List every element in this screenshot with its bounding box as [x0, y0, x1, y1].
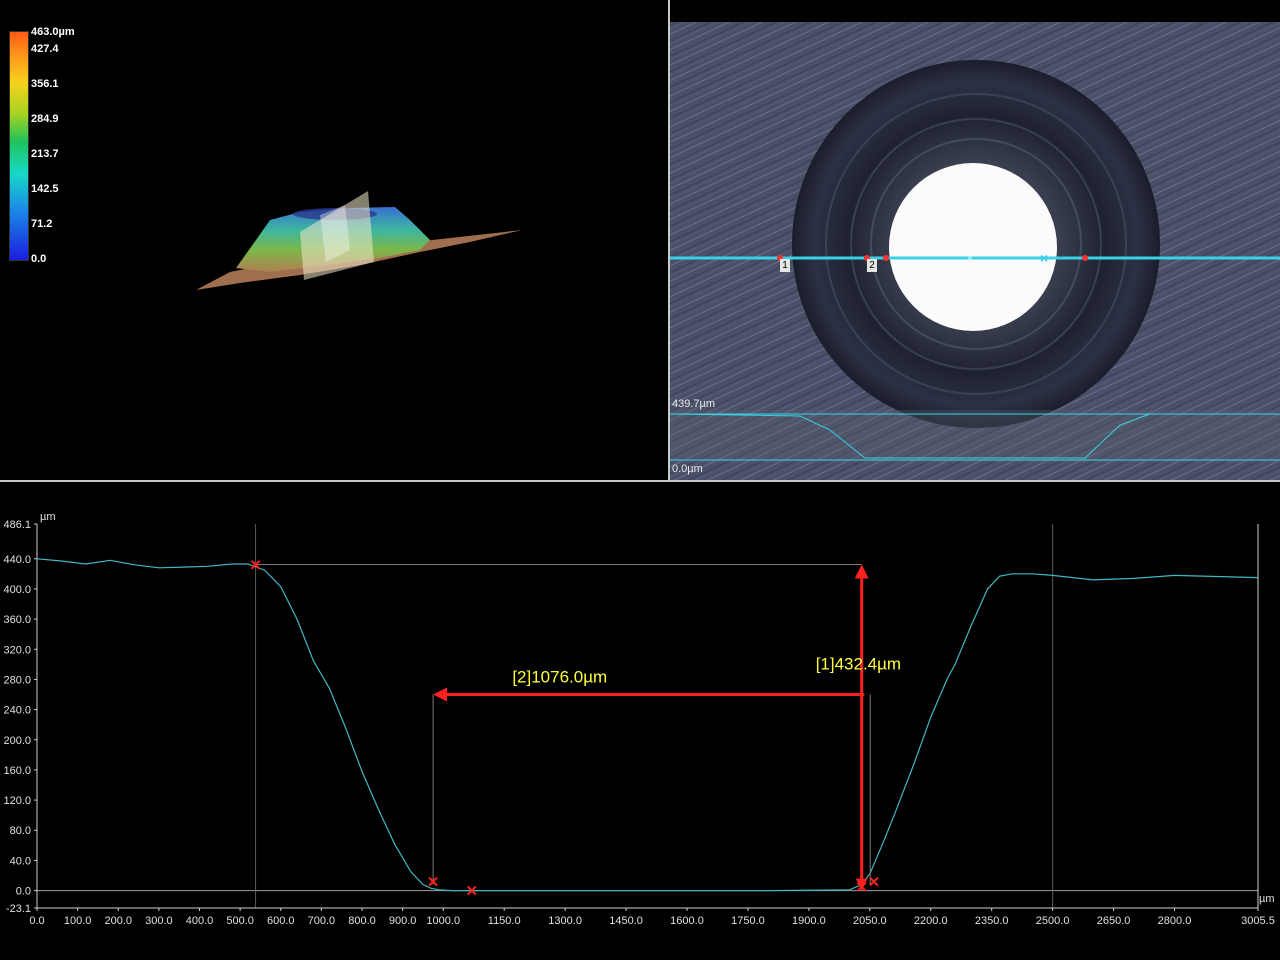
y-tick-label: 0.0: [16, 886, 31, 898]
profile-curve: [36, 558, 1259, 892]
x-tick-label: 2650.0: [1097, 915, 1131, 927]
x-tick-label: 1450.0: [609, 915, 643, 927]
y-tick-label: 440.0: [3, 554, 31, 566]
marker-label-1[interactable]: 1: [780, 259, 790, 272]
y-tick-label: -23.1: [6, 903, 31, 915]
measurement-label-width: [2]1076.0µm: [512, 668, 607, 687]
y-tick-label: 320.0: [3, 644, 31, 656]
x-tick-label: 0.0: [29, 915, 44, 927]
through-hole: [889, 163, 1057, 331]
profile-preview-band: [670, 410, 1280, 462]
x-tick-label: 400.0: [186, 915, 214, 927]
x-tick-label: 2050.0: [853, 915, 887, 927]
x-tick-label: 1600.0: [670, 915, 704, 927]
x-tick-label: 1150.0: [488, 915, 521, 927]
measurement-label-height: [1]432.4µm: [816, 654, 901, 673]
x-tick-label: 200.0: [104, 915, 132, 927]
y-tick-label: 120.0: [3, 795, 31, 807]
x-tick-label: 300.0: [145, 915, 173, 927]
y-unit-label: µm: [40, 511, 56, 523]
x-tick-label: 600.0: [267, 915, 295, 927]
y-tick-label: 240.0: [3, 705, 31, 717]
y-tick-label: 40.0: [10, 855, 31, 867]
y-tick-label: 200.0: [3, 735, 31, 747]
y-tick-label: 360.0: [3, 614, 31, 626]
profile-chart-panel[interactable]: µm µm -23.1 0.0 40.0 80.0 120.0 160.0 200.0 240.…: [0, 482, 1280, 960]
x-tick-label: 700.0: [308, 915, 336, 927]
width-arrow-left: [433, 687, 448, 702]
y-tick-label: 160.0: [3, 765, 31, 777]
height-arrow-bottom: [855, 878, 868, 891]
x-tick-label: 2500.0: [1036, 915, 1070, 927]
x-tick-label: 500.0: [226, 915, 254, 927]
x-tick-label: 1900.0: [792, 915, 826, 927]
marker-point: [883, 255, 889, 261]
measure-point-marker: [869, 876, 879, 887]
x-tick-label: 100.0: [64, 915, 92, 927]
profile-line-end-marker: ×: [1040, 250, 1048, 266]
optical-image-panel[interactable]: × 1 2 439.7µm 0.0µm: [670, 0, 1280, 480]
y-tick-label: 80.0: [10, 825, 31, 837]
y-tick-label: 280.0: [3, 674, 31, 686]
x-tick-label: 1300.0: [548, 915, 582, 927]
marker-label-2[interactable]: 2: [867, 259, 877, 272]
x-tick-label: 2800.0: [1158, 915, 1192, 927]
y-tick-label: 486.1: [3, 519, 31, 531]
x-tick-label: 2200.0: [914, 915, 948, 927]
image-top-band: [670, 0, 1280, 22]
3d-surface-render[interactable]: [0, 0, 668, 480]
3d-view-panel[interactable]: 463.0µm 427.4 356.1 284.9 213.7 142.5 71…: [0, 0, 668, 480]
x-tick-label: 3005.5: [1241, 915, 1275, 927]
marker-point: [1082, 255, 1088, 261]
profile-chart[interactable]: µmµm -23.10.040.080.0120.0160.0200.0240.…: [0, 482, 1280, 960]
x-tick-label: 1000.0: [426, 915, 460, 927]
y-tick-label: 400.0: [3, 584, 31, 596]
x-unit-label: µm: [1259, 893, 1275, 905]
x-tick-label: 1750.0: [731, 915, 765, 927]
profile-line-midpoint: [968, 256, 972, 260]
x-tick-label: 800.0: [348, 915, 376, 927]
optical-image[interactable]: ×: [670, 0, 1280, 480]
height-arrow-top: [854, 564, 869, 579]
preview-scale-bottom: 0.0µm: [672, 463, 703, 475]
x-tick-label: 2350.0: [975, 915, 1009, 927]
x-tick-label: 900.0: [389, 915, 417, 927]
preview-scale-top: 439.7µm: [672, 398, 716, 410]
